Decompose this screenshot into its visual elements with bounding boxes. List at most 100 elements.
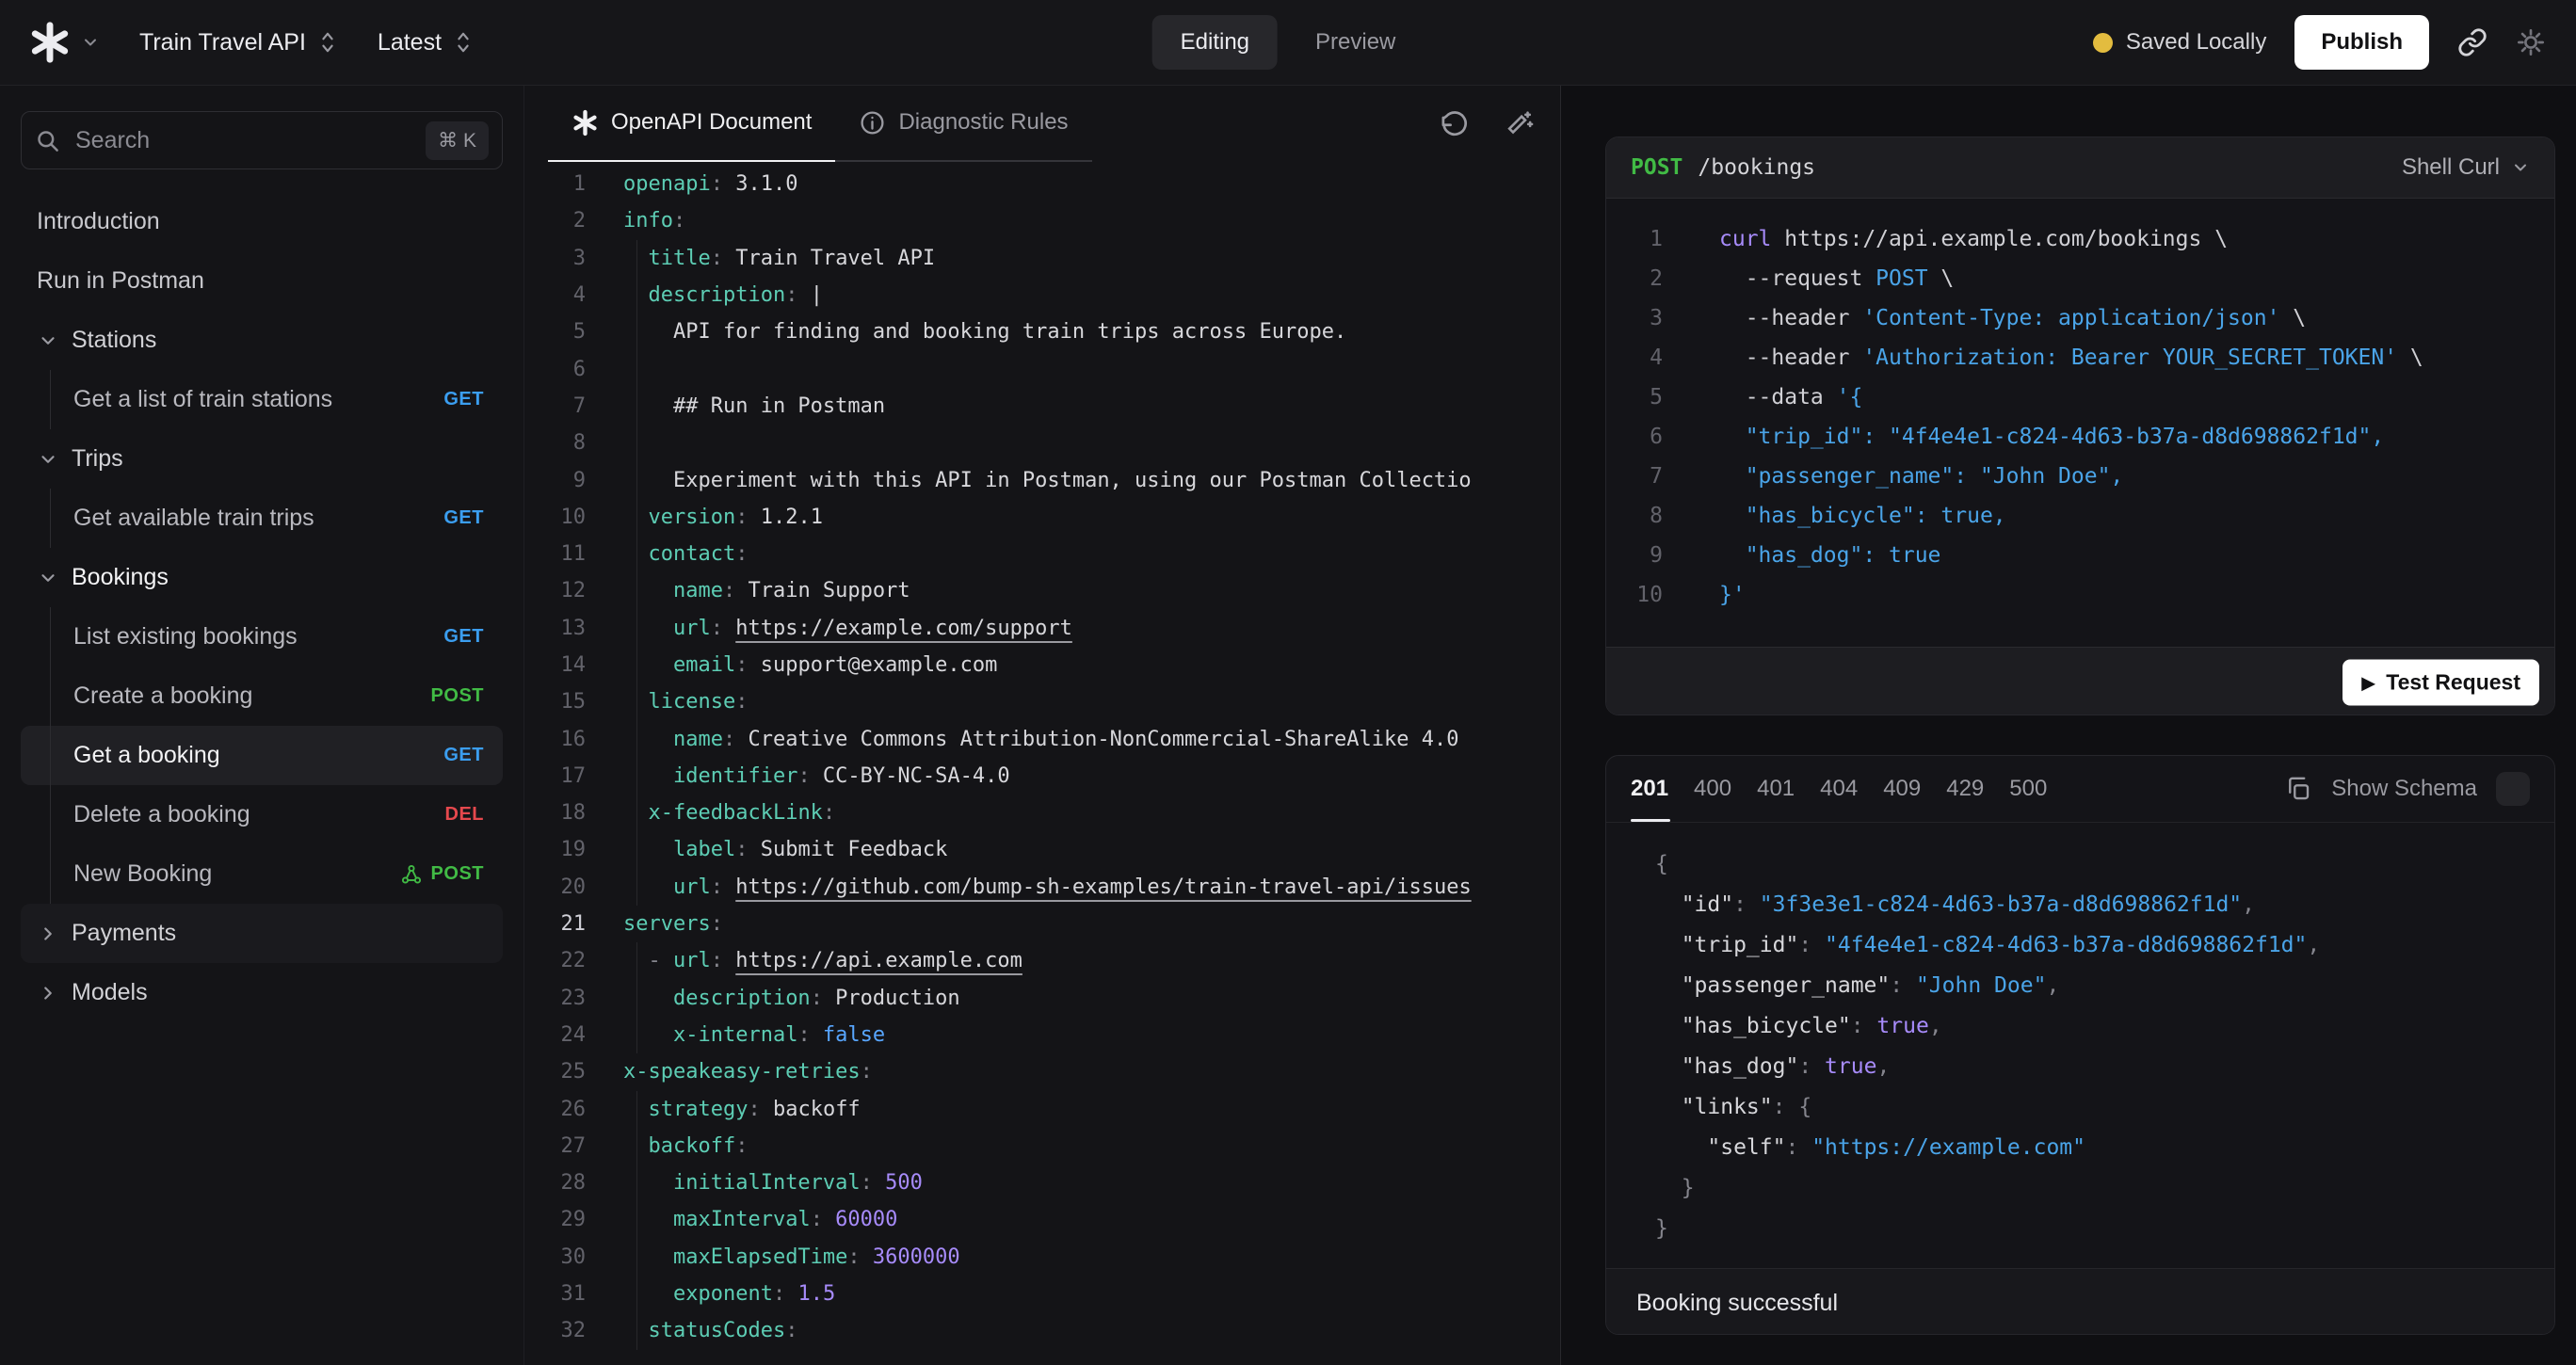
line-number: 10 xyxy=(524,506,604,529)
sidebar-item-stations[interactable]: Stations xyxy=(21,311,503,370)
status-tab-list: 201 400 401 404 409 429 500 xyxy=(1631,756,2047,822)
line-number: 9 xyxy=(1606,543,1680,568)
sidebar-item-new-booking[interactable]: New BookingPOST xyxy=(21,844,503,904)
sidebar-item-delete-a-booking[interactable]: Delete a bookingDEL xyxy=(21,785,503,844)
save-status-label: Saved Locally xyxy=(2126,29,2266,56)
line-number: 32 xyxy=(524,1319,604,1342)
line-number: 2 xyxy=(1606,266,1680,291)
code-line-text: "has_dog": true xyxy=(1680,543,1940,568)
sidebar-item-payments[interactable]: Payments xyxy=(21,904,503,963)
code-line: 28 initialInterval: 500 xyxy=(524,1164,1560,1201)
publish-button[interactable]: Publish xyxy=(2294,15,2429,70)
search-input[interactable] xyxy=(73,126,412,155)
tab-openapi-document[interactable]: OpenAPI Document xyxy=(548,85,835,162)
sidebar-item-run-in-postman[interactable]: Run in Postman xyxy=(21,251,503,311)
line-number: 29 xyxy=(524,1208,604,1231)
code-line-text: --request POST \ xyxy=(1680,266,1954,291)
sidebar-item-trips[interactable]: Trips xyxy=(21,429,503,489)
line-number: 27 xyxy=(524,1134,604,1158)
status-tab-409[interactable]: 409 xyxy=(1883,756,1921,822)
status-tab-401[interactable]: 401 xyxy=(1757,756,1795,822)
code-line-text: url: https://example.com/support xyxy=(604,617,1072,640)
status-tab-201[interactable]: 201 xyxy=(1631,756,1668,822)
chevron-down-icon xyxy=(38,330,58,351)
main-area: ⌘ K IntroductionRun in PostmanStationsGe… xyxy=(0,85,2576,1365)
line-number: 4 xyxy=(524,283,604,307)
line-number: 3 xyxy=(1606,306,1680,330)
undo-history-icon[interactable] xyxy=(1440,109,1469,138)
code-line: 16 name: Creative Commons Attribution-No… xyxy=(524,720,1560,757)
code-line-text: "passenger_name": "John Doe", xyxy=(1680,464,2123,489)
code-line: 7 "passenger_name": "John Doe", xyxy=(1606,457,2554,496)
sidebar-item-get-available-train-trips[interactable]: Get available train tripsGET xyxy=(21,489,503,548)
yaml-code-area[interactable]: 1openapi: 3.1.02info:3 title: Train Trav… xyxy=(524,162,1560,1350)
code-line-text: x-feedbackLink: xyxy=(604,801,835,825)
save-status: Saved Locally xyxy=(2093,29,2266,56)
sidebar-item-get-a-list-of-train-stations[interactable]: Get a list of train stationsGET xyxy=(21,370,503,429)
sidebar-item-label: Payments xyxy=(72,920,176,947)
copy-icon[interactable] xyxy=(2284,775,2312,803)
sidebar-nav: IntroductionRun in PostmanStationsGet a … xyxy=(0,192,523,1022)
version-select[interactable]: Latest xyxy=(378,29,474,56)
updown-chevron-icon xyxy=(453,30,474,55)
sidebar-item-create-a-booking[interactable]: Create a bookingPOST xyxy=(21,666,503,726)
theme-toggle-icon[interactable] xyxy=(2516,27,2546,57)
tree-guide-line xyxy=(50,844,51,904)
code-line-text: initialInterval: 500 xyxy=(604,1171,923,1195)
line-number: 10 xyxy=(1606,583,1680,607)
tree-guide-line xyxy=(50,489,51,548)
show-schema-toggle[interactable] xyxy=(2496,772,2530,806)
search-box[interactable]: ⌘ K xyxy=(21,111,503,169)
tab-diagnostic-rules[interactable]: Diagnostic Rules xyxy=(835,85,1091,162)
sidebar-item-list-existing-bookings[interactable]: List existing bookingsGET xyxy=(21,607,503,666)
sidebar-item-introduction[interactable]: Introduction xyxy=(21,192,503,251)
language-select[interactable]: Shell Curl xyxy=(2402,154,2530,181)
code-line: 3 --header 'Content-Type: application/js… xyxy=(1606,298,2554,338)
sidebar-item-bookings[interactable]: Bookings xyxy=(21,548,503,607)
workspace-menu[interactable] xyxy=(28,21,100,64)
project-select[interactable]: Train Travel API xyxy=(139,29,338,56)
line-number: 24 xyxy=(524,1023,604,1047)
code-line: "has_dog": true, xyxy=(1606,1046,2554,1086)
code-line: 21servers: xyxy=(524,906,1560,942)
line-number: 15 xyxy=(524,690,604,714)
test-request-button[interactable]: ▶ Test Request xyxy=(2343,660,2539,706)
code-line-text: "links": { xyxy=(1606,1095,1811,1119)
code-line: 1curl https://api.example.com/bookings \ xyxy=(1606,219,2554,259)
code-line: 22 - url: https://api.example.com xyxy=(524,942,1560,979)
status-tab-429[interactable]: 429 xyxy=(1946,756,1984,822)
code-line: 9 "has_dog": true xyxy=(1606,536,2554,575)
code-line: } xyxy=(1606,1167,2554,1208)
sidebar-item-label: Bookings xyxy=(72,564,169,591)
line-number: 23 xyxy=(524,987,604,1010)
code-line: 3 title: Train Travel API xyxy=(524,240,1560,277)
method-badge-label: POST xyxy=(431,685,484,707)
sidebar-item-get-a-booking[interactable]: Get a bookingGET xyxy=(21,726,503,785)
language-select-label: Shell Curl xyxy=(2402,154,2500,181)
sidebar-item-label: New Booking xyxy=(73,860,212,888)
code-line-text: curl https://api.example.com/bookings \ xyxy=(1680,227,2228,251)
code-line: 19 label: Submit Feedback xyxy=(524,831,1560,868)
code-line-text: info: xyxy=(604,209,685,233)
tree-guide-line xyxy=(50,607,51,666)
mode-tab-preview[interactable]: Preview xyxy=(1287,15,1424,70)
code-line-text: openapi: 3.1.0 xyxy=(604,172,797,196)
mode-tab-editing[interactable]: Editing xyxy=(1152,15,1278,70)
code-line-text: } xyxy=(1606,1176,1695,1200)
code-line: 2 --request POST \ xyxy=(1606,259,2554,298)
status-tab-404[interactable]: 404 xyxy=(1820,756,1858,822)
search-shortcut-badge: ⌘ K xyxy=(426,121,489,160)
code-line: 18 x-feedbackLink: xyxy=(524,795,1560,831)
sidebar-item-models[interactable]: Models xyxy=(21,963,503,1022)
status-tab-500[interactable]: 500 xyxy=(2009,756,2047,822)
share-link-icon[interactable] xyxy=(2457,27,2487,57)
response-footer: Booking successful xyxy=(1606,1268,2554,1335)
magic-wand-icon[interactable] xyxy=(1505,109,1534,138)
api-client-panel: POST /bookings Shell Curl 1curl https://… xyxy=(1561,85,2576,1365)
status-tab-400[interactable]: 400 xyxy=(1694,756,1731,822)
code-line: } xyxy=(1606,1208,2554,1248)
code-line: 14 email: support@example.com xyxy=(524,647,1560,683)
code-line: 29 maxInterval: 60000 xyxy=(524,1201,1560,1238)
method-badge: GET xyxy=(443,507,484,529)
code-line: "self": "https://example.com" xyxy=(1606,1127,2554,1167)
